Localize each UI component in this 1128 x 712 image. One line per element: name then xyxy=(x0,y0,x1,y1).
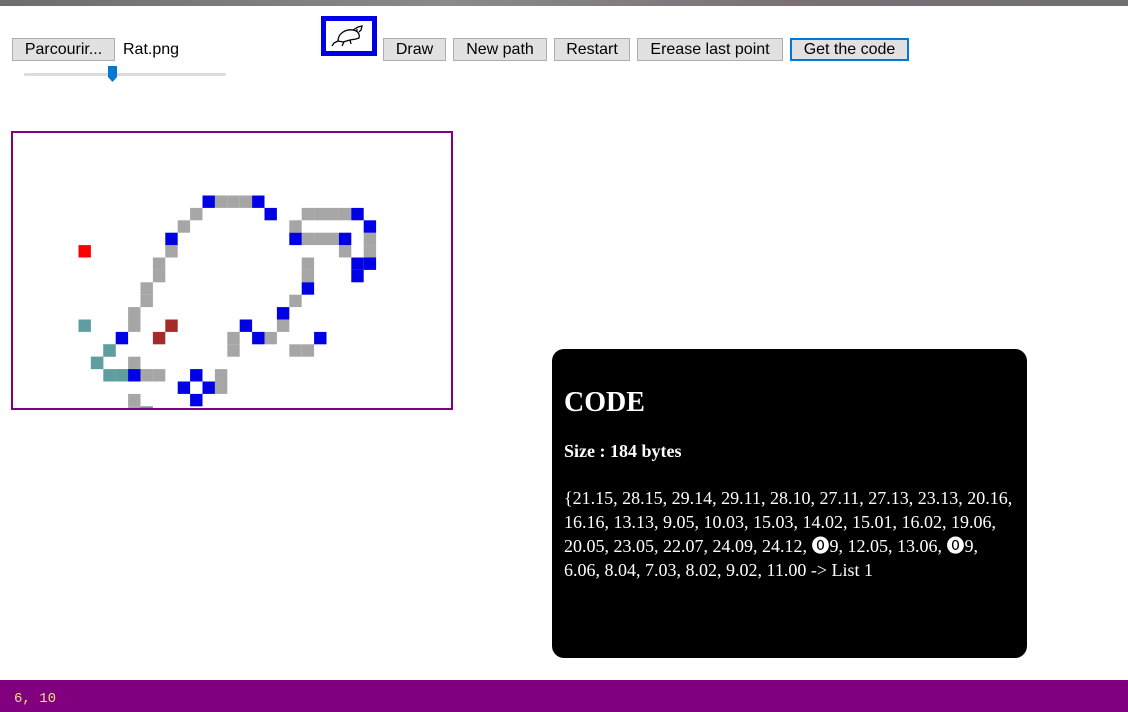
path-vertex xyxy=(252,331,265,345)
path-segment xyxy=(140,369,153,382)
path-segment xyxy=(214,369,228,382)
path-segment xyxy=(152,369,166,382)
cursor-point xyxy=(78,245,91,258)
new-path-button[interactable]: New path xyxy=(453,38,547,61)
code-output: {21.15, 28.15, 29.14, 29.11, 28.10, 27.1… xyxy=(564,488,1013,580)
path-vertex xyxy=(363,220,377,233)
path-segment xyxy=(140,294,153,308)
path-vertex xyxy=(190,369,203,382)
code-title: CODE xyxy=(564,387,645,418)
path-segment xyxy=(264,331,277,345)
marker-point xyxy=(152,331,166,345)
path-segment xyxy=(152,257,166,270)
marker-point xyxy=(165,319,178,332)
path-segment xyxy=(326,232,339,246)
path-vertex xyxy=(115,331,129,345)
path-vertex xyxy=(338,232,352,246)
path-vertex xyxy=(363,257,377,270)
filename-label: Rat.png xyxy=(123,41,180,58)
code-panel: CODE Size : 184 bytes {21.15, 28.15, 29.… xyxy=(552,349,1027,658)
path-vertex xyxy=(202,381,215,394)
restart-button[interactable]: Restart xyxy=(554,38,630,61)
erase-last-point-button[interactable]: Erease last point xyxy=(637,38,783,61)
secondary-path-cell xyxy=(140,406,153,408)
secondary-path-cell xyxy=(115,369,129,382)
path-segment xyxy=(301,207,315,221)
path-segment xyxy=(338,245,352,258)
path-vertex xyxy=(289,232,302,246)
pixel-grid xyxy=(78,195,377,408)
path-segment xyxy=(227,344,240,357)
rat-icon xyxy=(331,25,363,47)
path-segment xyxy=(239,195,253,208)
secondary-path-cell xyxy=(78,319,91,332)
path-segment xyxy=(289,294,302,308)
path-segment xyxy=(289,220,302,233)
get-code-button[interactable]: Get the code xyxy=(790,38,909,61)
path-segment xyxy=(363,245,377,258)
browse-button[interactable]: Parcourir... xyxy=(12,38,115,61)
path-segment xyxy=(289,344,302,357)
path-segment xyxy=(301,257,315,270)
secondary-path-cell xyxy=(103,344,116,357)
path-segment xyxy=(227,331,240,345)
path-segment xyxy=(128,307,141,320)
path-segment xyxy=(326,207,339,221)
path-vertex xyxy=(351,257,364,270)
path-vertex xyxy=(301,282,315,295)
secondary-path-cell xyxy=(103,369,116,382)
path-segment xyxy=(363,232,377,246)
path-segment xyxy=(227,195,240,208)
path-segment xyxy=(140,282,153,295)
path-vertex xyxy=(165,232,178,246)
secondary-path-cell xyxy=(90,356,104,370)
path-segment xyxy=(177,220,191,233)
path-vertex xyxy=(276,307,290,320)
path-vertex xyxy=(252,195,265,208)
path-segment xyxy=(214,195,228,208)
path-vertex xyxy=(351,207,364,221)
path-segment xyxy=(128,319,141,332)
path-segment xyxy=(152,269,166,283)
zoom-slider-track[interactable] xyxy=(24,73,226,76)
path-segment xyxy=(301,344,315,357)
code-size: Size : 184 bytes xyxy=(564,441,682,461)
status-bar: 6, 10 xyxy=(0,680,1128,712)
path-segment xyxy=(190,207,203,221)
zoom-slider-thumb[interactable] xyxy=(108,66,118,82)
path-segment xyxy=(276,319,290,332)
cursor-coordinates: 6, 10 xyxy=(14,691,57,707)
path-vertex xyxy=(128,369,141,382)
draw-button[interactable]: Draw xyxy=(383,38,446,61)
path-segment xyxy=(314,207,327,221)
path-vertex xyxy=(190,393,203,407)
path-segment xyxy=(301,232,315,246)
path-vertex xyxy=(264,207,277,221)
drawing-canvas[interactable] xyxy=(11,131,453,410)
path-segment xyxy=(314,232,327,246)
path-segment xyxy=(301,269,315,283)
path-segment xyxy=(338,207,352,221)
path-vertex xyxy=(239,319,253,332)
path-vertex xyxy=(314,331,327,345)
image-preview[interactable] xyxy=(321,16,377,56)
path-segment xyxy=(165,245,178,258)
path-vertex xyxy=(351,269,364,283)
path-segment xyxy=(128,406,141,408)
path-vertex xyxy=(202,195,215,208)
path-vertex xyxy=(177,381,191,394)
path-segment xyxy=(128,356,141,370)
path-segment xyxy=(214,381,228,394)
window-top-strip xyxy=(0,0,1128,6)
path-segment xyxy=(128,393,141,407)
